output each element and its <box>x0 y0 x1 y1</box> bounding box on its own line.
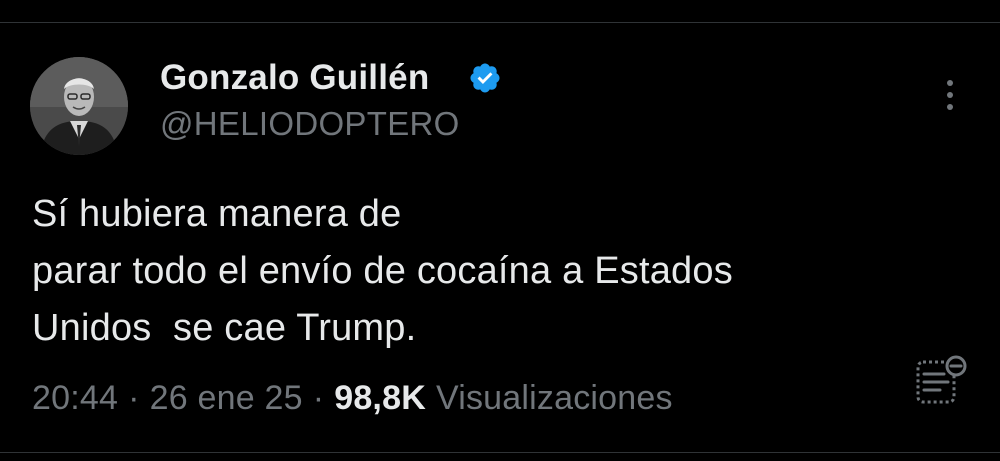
meta-separator: · <box>312 379 325 417</box>
avatar[interactable] <box>30 57 128 155</box>
more-vertical-icon <box>947 80 953 86</box>
tweet-date[interactable]: 26 ene 25 <box>150 379 303 418</box>
author-name[interactable]: Gonzalo Guillén <box>160 58 429 98</box>
tweet-text-line: Unidos se cae Trump. <box>32 307 417 349</box>
meta-separator: · <box>128 379 140 417</box>
bottom-divider <box>0 452 1000 453</box>
more-vertical-icon-dot <box>947 92 953 98</box>
more-options-button[interactable] <box>936 75 964 115</box>
views-count: 98,8K <box>334 379 426 417</box>
tweet-time[interactable]: 20:44 <box>32 379 118 418</box>
tweet-text: Sí hubiera manera de parar todo el envío… <box>32 186 932 357</box>
tweet-text-line: Sí hubiera manera de <box>32 193 402 235</box>
more-vertical-icon-dot <box>947 104 953 110</box>
tweet-text-line: parar todo el envío de cocaína a Estados <box>32 250 733 292</box>
avatar-photo <box>30 57 128 155</box>
top-divider <box>0 22 1000 23</box>
tweet-meta: 20:44 · 26 ene 25 · 98,8K Visualizacione… <box>32 379 673 418</box>
verified-badge-icon <box>470 63 500 93</box>
post-analytics-icon[interactable] <box>910 352 970 412</box>
author-handle[interactable]: @HELIODOPTERO <box>160 105 460 143</box>
views-label: Visualizaciones <box>435 379 673 417</box>
